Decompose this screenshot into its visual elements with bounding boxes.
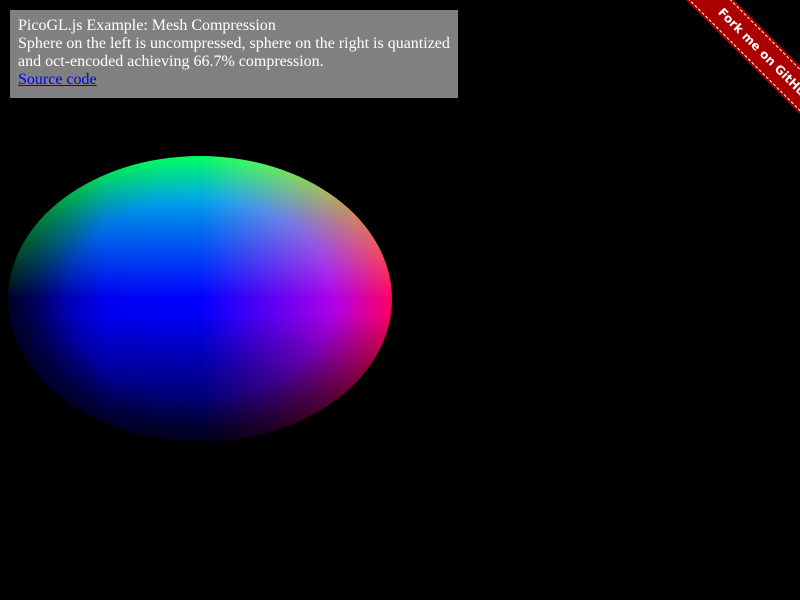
example-description: Sphere on the left is uncompressed, sphe… bbox=[18, 35, 450, 70]
fork-me-ribbon[interactable]: Fork me on GitHub bbox=[676, 0, 800, 144]
webgl-stage: PicoGL.js Example: Mesh Compression Sphe… bbox=[0, 0, 800, 600]
github-ribbon-container: Fork me on GitHub bbox=[651, 0, 800, 149]
uncompressed-sphere bbox=[8, 156, 392, 442]
source-code-link[interactable]: Source code bbox=[18, 71, 97, 88]
info-panel: PicoGL.js Example: Mesh Compression Sphe… bbox=[10, 10, 458, 98]
example-title: PicoGL.js Example: Mesh Compression bbox=[18, 17, 276, 34]
